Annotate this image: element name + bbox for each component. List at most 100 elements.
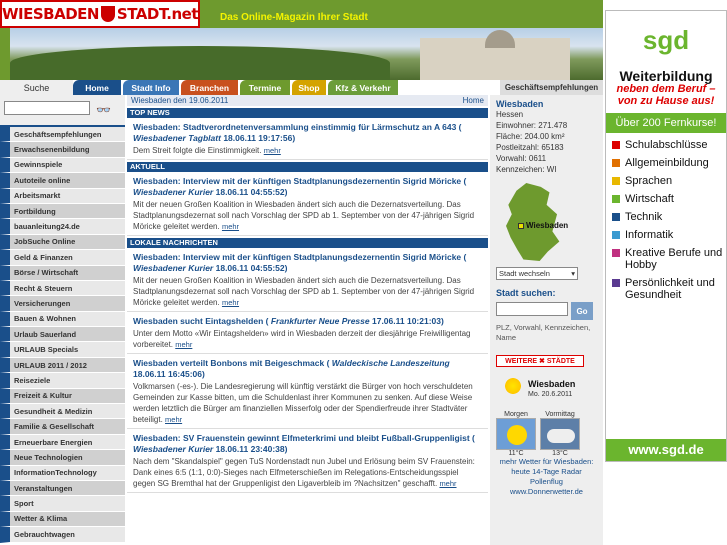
sgd-advertisement[interactable]: sgd Weiterbildung neben dem Beruf – von …	[605, 10, 727, 462]
ad-course-label: Schulabschlüsse	[625, 139, 708, 151]
tab-branchen[interactable]: Branchen	[181, 80, 238, 95]
ad-course-item: Kreative Berufe und Hobby	[612, 247, 726, 271]
bullet-icon	[612, 231, 620, 239]
logo-left: WIESBADEN	[2, 5, 99, 23]
sidebar-item[interactable]: Autoteile online	[0, 173, 125, 189]
ad-course-item: Persönlichkeit und Gesundheit	[612, 277, 726, 301]
sidebar-item[interactable]: Familie & Gesellschaft	[0, 419, 125, 435]
headline-text[interactable]: Wiesbaden: Stadtverordnetenversammlung e…	[133, 122, 462, 132]
city-switch-select[interactable]: Stadt wechseln ▾	[496, 267, 578, 280]
sidebar-item[interactable]: Gebrauchtwagen	[0, 527, 125, 543]
weather-date: Mo. 20.6.2011	[528, 391, 573, 398]
tab-geschaeftsempfehlungen[interactable]: Geschäftsempfehlungen	[500, 80, 603, 95]
ad-course-label: Kreative Berufe und Hobby	[625, 247, 723, 271]
sidebar-item[interactable]: Erneuerbare Energien	[0, 434, 125, 451]
sidebar-item[interactable]: Gesundheit & Medizin	[0, 404, 125, 420]
headline-text[interactable]: Wiesbaden verteilt Bonbons mit Beigeschm…	[133, 358, 329, 368]
article-teaser: Mit der neuen Großen Koalition in Wiesba…	[133, 275, 482, 308]
article-headline[interactable]: Wiesbaden: Interview mit der künftigen S…	[133, 176, 482, 198]
more-link[interactable]: mehr	[264, 146, 281, 155]
sidebar-item[interactable]: Neue Technologien	[0, 450, 125, 466]
ad-course-item: Wirtschaft	[612, 193, 726, 205]
sidebar-item[interactable]: Veranstaltungen	[0, 480, 125, 497]
ad-subline-1: neben dem Beruf –	[616, 83, 716, 95]
teaser-text: Dem Streit folgte die Einstimmigkeit.	[133, 146, 262, 155]
city-search-input[interactable]	[496, 302, 568, 316]
tab-stadt-info[interactable]: Stadt Info	[123, 80, 179, 95]
tab-home[interactable]: Home	[73, 80, 121, 95]
sidebar-item[interactable]: Reiseziele	[0, 373, 125, 389]
sidebar-item[interactable]: URLAUB 2011 / 2012	[0, 357, 125, 374]
pollen-link[interactable]: Pollenflug	[496, 477, 597, 487]
ad-course-item: Informatik	[612, 229, 726, 241]
more-link[interactable]: mehr	[222, 298, 239, 307]
ad-headline: Weiterbildung	[619, 68, 713, 84]
search-input[interactable]	[4, 101, 90, 115]
article-headline[interactable]: Wiesbaden: Stadtverordnetenversammlung e…	[133, 122, 482, 144]
search-label: Suche	[0, 80, 73, 95]
site-logo[interactable]: WIESBADEN STADT.net	[0, 0, 200, 28]
sidebar-item[interactable]: Recht & Steuern	[0, 280, 125, 297]
sidebar-item[interactable]: Urlaub Sauerland	[0, 327, 125, 343]
weather-links[interactable]: heute 14-Tage Radar	[496, 467, 597, 477]
article-source: Wiesbadener Tagblatt	[133, 133, 221, 143]
ad-course-item: Sprachen	[612, 175, 726, 187]
more-link[interactable]: mehr	[439, 479, 456, 488]
sidebar-item[interactable]: Bauen & Wohnen	[0, 311, 125, 328]
sidebar-item[interactable]: Gewinnspiele	[0, 157, 125, 174]
logo-right: STADT.net	[116, 5, 199, 23]
city-name: Wiesbaden	[496, 99, 544, 109]
sidebar-item[interactable]: bauanleitung24.de	[0, 219, 125, 235]
binoculars-icon[interactable]: 👓	[96, 103, 111, 117]
sidebar-item[interactable]: JobSuche Online	[0, 234, 125, 251]
more-link[interactable]: mehr	[222, 222, 239, 231]
forecast-forenoon: Vormittag 13°C	[540, 411, 580, 457]
article-headline[interactable]: Wiesbaden: SV Frauenstein gewinnt Elfmet…	[133, 433, 482, 455]
tab-shop[interactable]: Shop	[292, 80, 326, 95]
date-bar: Wiesbaden den 19.06.2011 Home	[127, 95, 488, 106]
sidebar-item[interactable]: URLAUB Specials	[0, 342, 125, 358]
headline-text[interactable]: Wiesbaden: Interview mit der künftigen S…	[133, 176, 466, 186]
sidebar-item[interactable]: Freizeit & Kultur	[0, 388, 125, 405]
donnerwetter-link[interactable]: www.Donnerwetter.de	[496, 487, 597, 497]
article-headline[interactable]: Wiesbaden verteilt Bonbons mit Beigeschm…	[133, 358, 482, 380]
sidebar-item[interactable]: InformationTechnology	[0, 465, 125, 481]
sidebar-item[interactable]: Geld & Finanzen	[0, 250, 125, 266]
sidebar-item[interactable]: Erwachsenenbildung	[0, 142, 125, 158]
ad-course-item: Schulabschlüsse	[612, 139, 726, 151]
fact-area: Fläche: 204.00 km²	[496, 132, 565, 141]
city-info-panel: Wiesbaden Hessen Einwohner: 271.478 Fläc…	[490, 95, 603, 545]
more-link[interactable]: mehr	[175, 340, 192, 349]
sidebar-item[interactable]: Geschäftsempfehlungen	[0, 127, 125, 143]
teaser-text: Nach dem "Skandalspiel" gegen TuS Norden…	[133, 457, 475, 488]
sidebar-item[interactable]: Fortbildung	[0, 203, 125, 220]
headline-text[interactable]: Wiesbaden: SV Frauenstein gewinnt Elfmet…	[133, 433, 475, 443]
headline-text[interactable]: Wiesbaden sucht Eintagshelden (	[133, 316, 268, 326]
news-article: Wiesbaden: SV Frauenstein gewinnt Elfmet…	[127, 429, 488, 493]
article-headline[interactable]: Wiesbaden sucht Eintagshelden ( Frankfur…	[133, 316, 482, 327]
city-switch-label: Stadt wechseln	[499, 269, 550, 278]
sidebar-nav: Geschäftsempfehlungen Erwachsenenbildung G…	[0, 127, 125, 543]
sidebar-item[interactable]: Börse / Wirtschaft	[0, 265, 125, 281]
morning-label: Morgen	[504, 411, 528, 418]
go-button[interactable]: Go	[571, 302, 593, 320]
germany-map: Wiesbaden	[496, 181, 586, 263]
sunny-icon	[496, 418, 536, 450]
home-link[interactable]: Home	[463, 96, 484, 105]
hills-shape	[10, 46, 390, 80]
tab-termine[interactable]: Termine	[240, 80, 290, 95]
ad-course-label: Informatik	[625, 229, 674, 241]
headline-text[interactable]: Wiesbaden: Interview mit der künftigen S…	[133, 252, 466, 262]
sidebar-item[interactable]: Arbeitsmarkt	[0, 188, 125, 204]
tab-kfz-verkehr[interactable]: Kfz & Verkehr	[328, 80, 398, 95]
sidebar-item[interactable]: Wetter & Klima	[0, 511, 125, 528]
teaser-text: Mit der neuen Großen Koalition in Wiesba…	[133, 276, 475, 307]
forenoon-label: Vormittag	[545, 411, 575, 418]
more-cities-button[interactable]: WEITERE ✖ STÄDTE	[496, 355, 584, 367]
article-teaser: Dem Streit folgte die Einstimmigkeit. me…	[133, 145, 482, 156]
article-headline[interactable]: Wiesbaden: Interview mit der künftigen S…	[133, 252, 482, 274]
section-header: AKTUELL	[127, 162, 488, 172]
sidebar-item[interactable]: Versicherungen	[0, 296, 125, 312]
more-link[interactable]: mehr	[165, 415, 182, 424]
sidebar-item[interactable]: Sport	[0, 496, 125, 512]
